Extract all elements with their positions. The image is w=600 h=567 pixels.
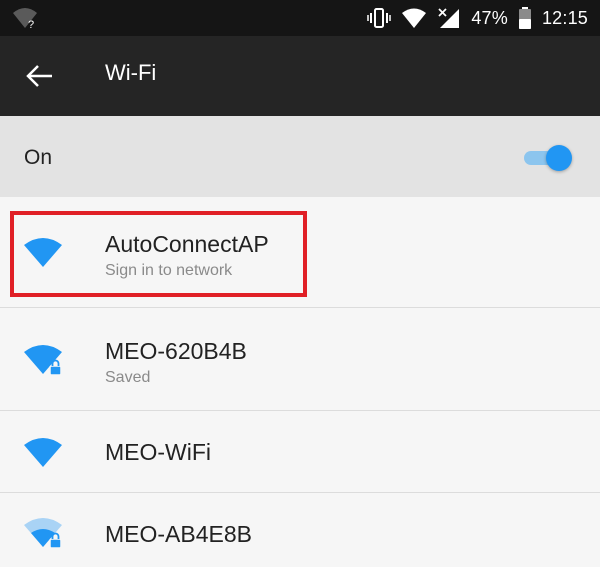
wifi-signal-full-locked-icon bbox=[22, 342, 64, 376]
toggle-thumb bbox=[546, 145, 572, 171]
network-item-meo-wifi[interactable]: MEO-WiFi bbox=[0, 411, 600, 492]
highlight-box bbox=[10, 211, 307, 297]
network-status: Saved bbox=[105, 369, 151, 386]
svg-text:?: ? bbox=[28, 19, 34, 30]
vibrate-icon bbox=[367, 7, 392, 29]
status-bar: ? 47% 12:15 bbox=[0, 0, 600, 36]
clock: 12:15 bbox=[541, 7, 588, 28]
network-item-meo-620b4b[interactable]: MEO-620B4B Saved bbox=[0, 308, 600, 410]
no-signal-icon bbox=[437, 7, 461, 29]
network-item-meo-ab4e8b[interactable]: MEO-AB4E8B bbox=[0, 493, 600, 567]
network-name: MEO-AB4E8B bbox=[105, 521, 252, 547]
network-name: MEO-WiFi bbox=[105, 439, 212, 465]
wifi-switch-label: On bbox=[24, 146, 53, 169]
status-icons: 47% 12:15 bbox=[367, 0, 588, 36]
toolbar: Wi-Fi bbox=[0, 36, 600, 116]
battery-icon bbox=[518, 6, 532, 30]
wifi-signal-medium-locked-icon bbox=[22, 515, 64, 549]
wifi-toggle-switch[interactable] bbox=[524, 141, 572, 175]
back-button[interactable] bbox=[24, 62, 56, 90]
page-title: Wi-Fi bbox=[105, 60, 157, 85]
wifi-master-switch-row[interactable]: On bbox=[0, 116, 600, 197]
wifi-signal-full-icon bbox=[22, 435, 64, 469]
network-name: MEO-620B4B bbox=[105, 338, 247, 364]
battery-percentage: 47% bbox=[471, 7, 508, 28]
wifi-full-icon bbox=[401, 7, 427, 29]
wifi-question-icon: ? bbox=[12, 6, 38, 31]
arrow-back-icon bbox=[26, 65, 52, 87]
